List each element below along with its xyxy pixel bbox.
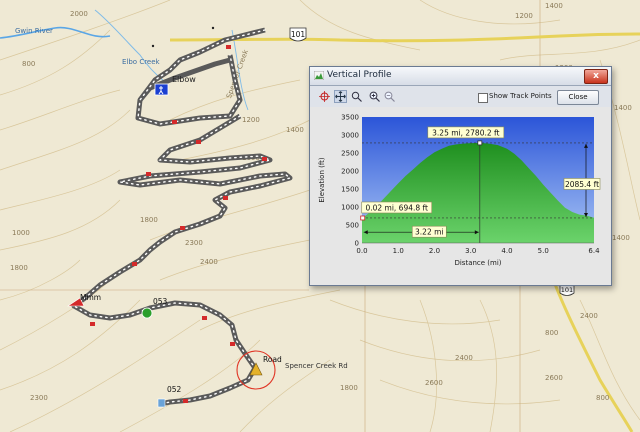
- svg-text:2400: 2400: [200, 258, 218, 266]
- x-tick-labels: 0.0 1.0 2.0 3.0 4.0 5.0 6.4: [356, 247, 600, 255]
- elbow-label: Elbow: [172, 75, 196, 84]
- zoom-out-button[interactable]: [383, 90, 396, 103]
- svg-text:1800: 1800: [140, 216, 158, 224]
- marker-icon: [157, 398, 166, 408]
- svg-text:800: 800: [596, 394, 609, 402]
- x-axis-label: Distance (mi): [454, 259, 501, 267]
- pan-tool-button[interactable]: [334, 90, 347, 103]
- svg-text:1400: 1400: [612, 234, 630, 242]
- window-close-button[interactable]: x: [584, 69, 608, 84]
- svg-text:1800: 1800: [340, 384, 358, 392]
- x-tick-label: 1.0: [393, 247, 404, 255]
- window-title: Vertical Profile: [327, 70, 392, 80]
- svg-text:1800: 1800: [10, 264, 28, 272]
- y-tick-labels: 0500100015002000250030003500: [341, 114, 359, 248]
- y-tick-label: 500: [346, 222, 359, 230]
- svg-text:800: 800: [22, 60, 35, 68]
- svg-text:1400: 1400: [286, 126, 304, 134]
- zoom-area-icon: [351, 91, 362, 102]
- wpt-053-label: 053: [153, 297, 168, 306]
- x-tick-label: 2.0: [429, 247, 440, 255]
- crosshair-icon: [319, 91, 330, 102]
- x-tick-label: 6.4: [588, 247, 600, 255]
- mmm-label: Mmm: [80, 293, 101, 302]
- y-axis-label: Elevation (ft): [318, 157, 326, 203]
- creek-label: Elbo Creek: [122, 58, 161, 66]
- route-shield-south-label: 101: [561, 286, 573, 294]
- x-tick-label: 3.0: [465, 247, 476, 255]
- svg-text:1200: 1200: [515, 12, 533, 20]
- svg-text:1200: 1200: [242, 116, 260, 124]
- peak-callout-label: 3.25 mi, 2780.2 ft: [432, 128, 499, 137]
- zoom-out-icon: [384, 91, 395, 102]
- y-tick-label: 2500: [341, 150, 359, 158]
- zoom-in-button[interactable]: [368, 90, 381, 103]
- show-track-points-label: Show Track Points: [489, 92, 552, 100]
- svg-text:2000: 2000: [70, 10, 88, 18]
- y-tick-label: 3500: [341, 114, 359, 122]
- y-tick-label: 2000: [341, 168, 359, 176]
- river-label: Gwin River: [15, 27, 53, 35]
- elevation-callout-label: 2085.4 ft: [565, 180, 599, 189]
- svg-text:2400: 2400: [580, 312, 598, 320]
- crosshair-tool-button[interactable]: [318, 90, 331, 103]
- vertical-profile-window[interactable]: Vertical Profile x Show Track Points Clo…: [309, 66, 612, 286]
- close-button[interactable]: Close: [557, 90, 599, 105]
- svg-text:2300: 2300: [30, 394, 48, 402]
- pine-tree-icon: [141, 307, 153, 319]
- route-shield-north: 101: [289, 27, 307, 42]
- show-track-points-checkbox[interactable]: [478, 93, 488, 103]
- svg-text:2300: 2300: [185, 239, 203, 247]
- x-tick-label: 0.0: [356, 247, 367, 255]
- svg-text:2600: 2600: [425, 379, 443, 387]
- profile-toolbar: Show Track Points Close: [310, 86, 611, 106]
- road-label: Road: [263, 355, 282, 364]
- move-arrows-icon: [335, 91, 346, 102]
- x-tick-label: 4.0: [501, 247, 512, 255]
- peak-marker: [477, 140, 483, 146]
- svg-text:800: 800: [545, 329, 558, 337]
- profile-app-icon: [314, 71, 324, 80]
- y-tick-label: 1500: [341, 186, 359, 194]
- zoom-in-icon: [369, 91, 380, 102]
- svg-text:2400: 2400: [455, 354, 473, 362]
- distance-callout-label: 3.22 mi: [415, 228, 443, 237]
- elevation-profile-chart[interactable]: 0500100015002000250030003500 0.0 1.0 2.0 3.…: [310, 107, 611, 285]
- wpt-052-label: 052: [167, 385, 182, 394]
- y-tick-label: 3000: [341, 132, 359, 140]
- svg-text:1000: 1000: [12, 229, 30, 237]
- route-shield-label: 101: [291, 30, 306, 39]
- y-tick-label: 1000: [341, 204, 359, 212]
- zoom-select-tool-button[interactable]: [350, 90, 363, 103]
- road-name-label: Spencer Creek Rd: [285, 362, 348, 370]
- start-marker: [360, 215, 366, 221]
- window-titlebar[interactable]: Vertical Profile x: [310, 67, 611, 86]
- chart-panel: 0 500 1000 1500 2000 2500 3000 3500 0.0 1.0 2.0 3.…: [310, 107, 611, 285]
- start-callout-label: 0.02 mi, 694.8 ft: [365, 203, 428, 212]
- svg-text:1400: 1400: [614, 104, 632, 112]
- svg-text:2600: 2600: [545, 374, 563, 382]
- svg-text:1400: 1400: [545, 2, 563, 10]
- x-tick-label: 5.0: [538, 247, 549, 255]
